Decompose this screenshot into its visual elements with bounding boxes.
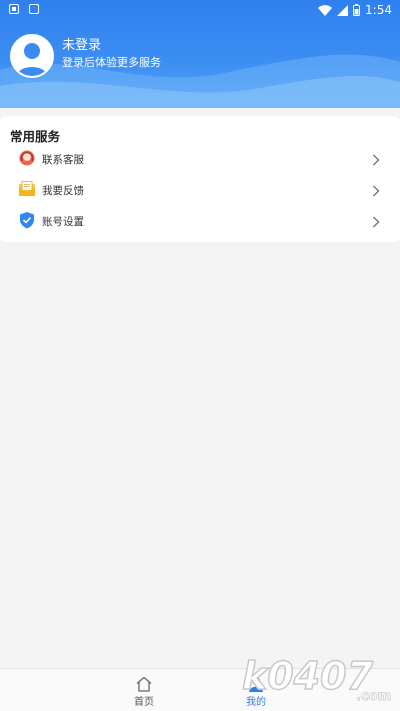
tab-home[interactable]: 首页 [114, 669, 174, 711]
user-avatar-icon [17, 43, 47, 76]
wifi-icon [318, 4, 333, 16]
shield-check-icon [20, 212, 34, 229]
notification-icon [9, 4, 19, 14]
profile-header: 1:54 未登录 登录后体验更多服务 [0, 0, 400, 108]
service-item-contact[interactable]: 联系客服 [0, 144, 400, 174]
headset-icon [19, 150, 35, 166]
avatar[interactable] [10, 34, 54, 78]
login-prompt[interactable]: 登录后体验更多服务 [62, 56, 161, 70]
clock: 1:54 [365, 3, 392, 17]
service-label: 我要反馈 [42, 185, 84, 197]
service-label: 账号设置 [42, 216, 84, 228]
chevron-right-icon [373, 216, 380, 228]
status-bar: 1:54 [0, 0, 400, 20]
chevron-right-icon [373, 154, 380, 166]
feedback-envelope-icon [19, 181, 35, 196]
svg-text:.com: .com [356, 689, 391, 704]
site-watermark-logo: k0407 .com [241, 653, 391, 704]
service-label: 联系客服 [42, 154, 84, 166]
tab-home-label: 首页 [134, 697, 154, 708]
login-status[interactable]: 未登录 [62, 38, 101, 54]
services-title: 常用服务 [10, 129, 61, 144]
chevron-right-icon [373, 185, 380, 197]
svg-text:k0407: k0407 [242, 654, 374, 698]
service-item-feedback[interactable]: 我要反馈 [0, 175, 400, 205]
service-item-account-settings[interactable]: 账号设置 [0, 206, 400, 236]
signal-icon [337, 4, 349, 16]
notification-icon [29, 4, 39, 14]
home-icon [136, 676, 152, 692]
services-card: 常用服务 联系客服 我要反馈 账号设置 [0, 116, 400, 242]
battery-icon [353, 4, 361, 16]
